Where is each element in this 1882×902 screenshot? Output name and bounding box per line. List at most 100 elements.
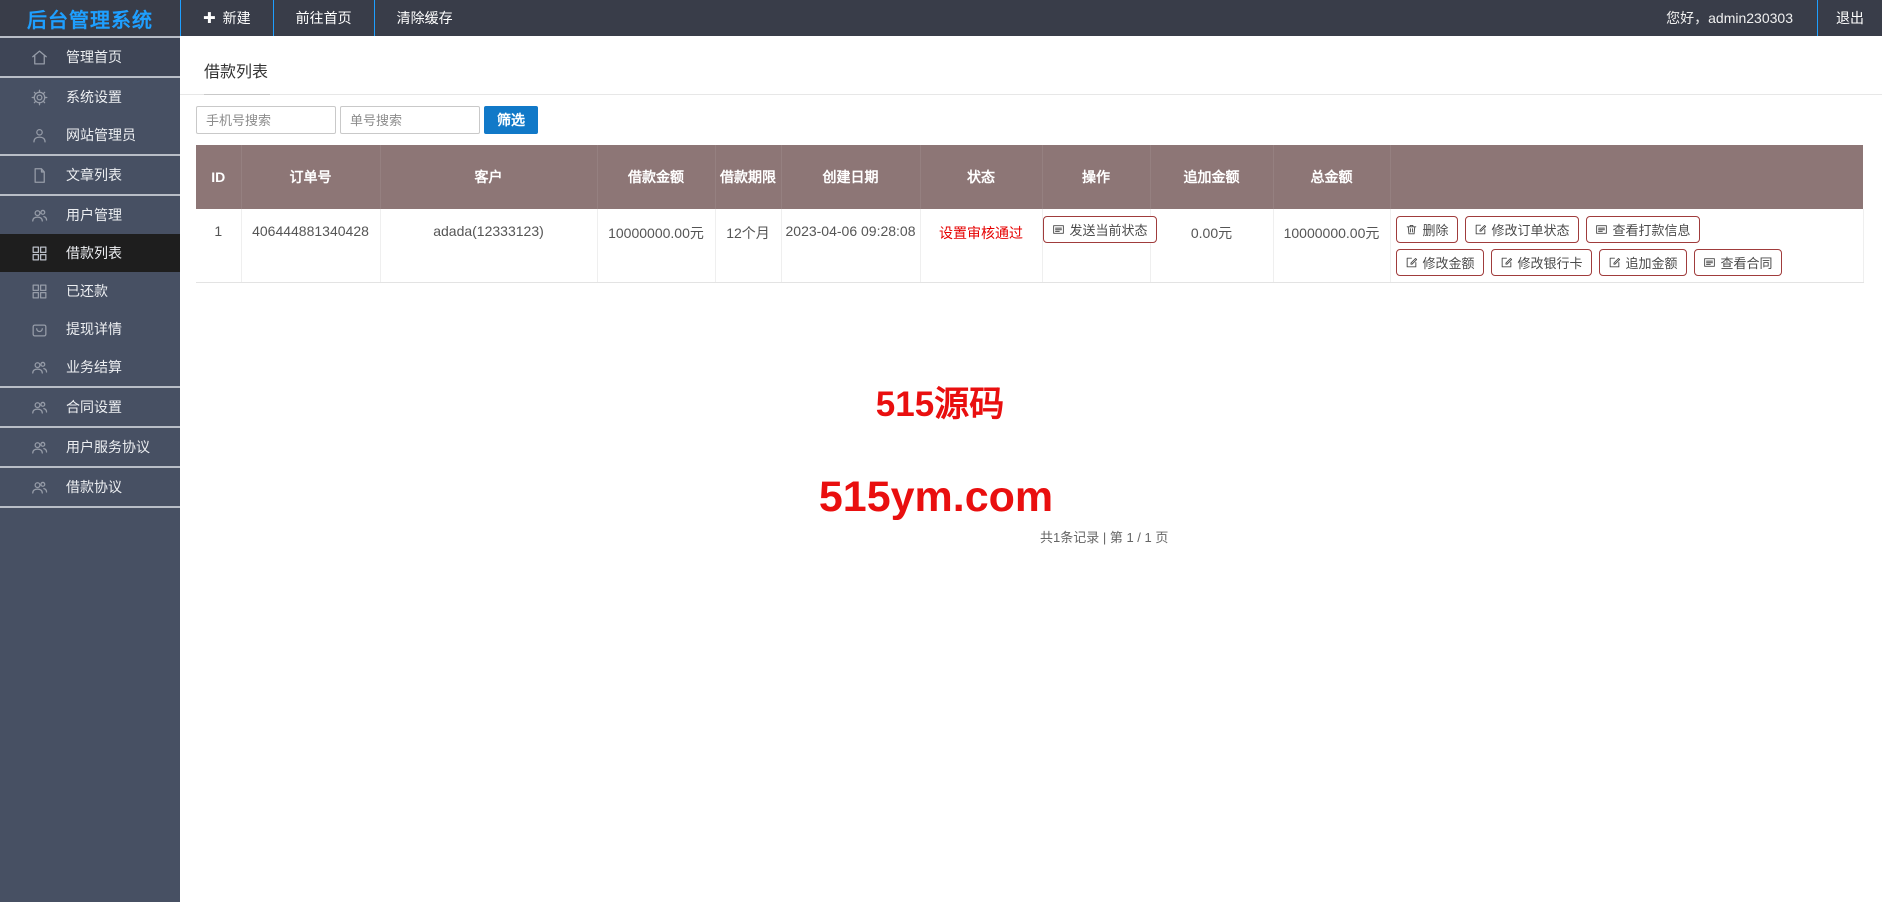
header-id: ID bbox=[196, 145, 242, 209]
watermark-line2: 515ym.com bbox=[818, 473, 1054, 521]
topnav-go-home[interactable]: 前往首页 bbox=[272, 0, 374, 36]
sidebar-item-loan-list[interactable]: 借款列表 bbox=[0, 234, 180, 272]
header-order-no: 订单号 bbox=[241, 145, 381, 209]
sidebar-item-label: 已还款 bbox=[66, 283, 108, 299]
sidebar-item-label: 网站管理员 bbox=[66, 127, 136, 143]
grid-icon bbox=[32, 246, 47, 260]
plus-icon: ✚ bbox=[203, 9, 216, 27]
sidebar-item-label: 系统设置 bbox=[66, 89, 122, 105]
cell-additional-amount: 0.00元 bbox=[1150, 209, 1274, 283]
loan-table: ID 订单号 客户 借款金额 借款期限 创建日期 状态 操作 追加金额 总金额 … bbox=[196, 145, 1864, 283]
sidebar-item-label: 提现详情 bbox=[66, 321, 122, 337]
sidebar-item-repaid[interactable]: 已还款 bbox=[0, 272, 180, 310]
gear-icon bbox=[31, 89, 48, 105]
topnav-clear-cache-label: 清除缓存 bbox=[396, 10, 453, 26]
users-icon bbox=[32, 441, 48, 454]
topnav-new[interactable]: ✚ 新建 bbox=[180, 0, 273, 36]
logout-button[interactable]: 退出 bbox=[1817, 0, 1882, 36]
edit-icon bbox=[1609, 257, 1620, 268]
sidebar-item-label: 用户服务协议 bbox=[66, 439, 150, 455]
table-header-row: ID 订单号 客户 借款金额 借款期限 创建日期 状态 操作 追加金额 总金额 bbox=[196, 145, 1864, 209]
search-toolbar: 筛选 bbox=[180, 95, 1882, 145]
header-total-amount: 总金额 bbox=[1273, 145, 1391, 209]
cell-operation: 发送当前状态 bbox=[1042, 209, 1157, 283]
home-icon bbox=[32, 50, 47, 64]
edit-bank-card-button[interactable]: 修改银行卡 bbox=[1490, 249, 1592, 276]
sidebar-item-loan-agreement[interactable]: 借款协议 bbox=[0, 468, 180, 506]
send-current-status-button[interactable]: 发送当前状态 bbox=[1042, 216, 1157, 243]
phone-search-input[interactable] bbox=[196, 106, 336, 134]
list-icon bbox=[1052, 225, 1064, 234]
sidebar-item-contract-settings[interactable]: 合同设置 bbox=[0, 388, 180, 426]
cell-status: 设置审核通过 bbox=[920, 209, 1043, 283]
sidebar: 管理首页 系统设置 网站管理员 文章列表 用户管理 借款列表 已还款 提现详情 … bbox=[0, 36, 180, 902]
edit-order-status-button[interactable]: 修改订单状态 bbox=[1464, 216, 1579, 243]
sidebar-item-withdraw-details[interactable]: 提现详情 bbox=[0, 310, 180, 348]
filter-button[interactable]: 筛选 bbox=[484, 106, 538, 134]
list-icon bbox=[1703, 258, 1715, 267]
topnav-clear-cache[interactable]: 清除缓存 bbox=[373, 0, 475, 36]
cell-loan-term: 12个月 bbox=[715, 209, 782, 283]
header-status: 状态 bbox=[920, 145, 1043, 209]
sidebar-item-label: 文章列表 bbox=[66, 167, 122, 183]
header-operation: 操作 bbox=[1042, 145, 1151, 209]
trash-icon bbox=[1406, 224, 1416, 235]
user-icon bbox=[33, 128, 46, 142]
view-contract-button[interactable]: 查看合同 bbox=[1693, 249, 1782, 276]
cell-order-no: 406444881340428 bbox=[241, 209, 381, 283]
sidebar-item-dashboard[interactable]: 管理首页 bbox=[0, 38, 180, 76]
sidebar-item-user-service-agreement[interactable]: 用户服务协议 bbox=[0, 428, 180, 466]
page-title: 借款列表 bbox=[204, 58, 271, 95]
bag-icon bbox=[32, 324, 47, 336]
header-created-date: 创建日期 bbox=[781, 145, 921, 209]
header-customer: 客户 bbox=[380, 145, 598, 209]
order-search-input[interactable] bbox=[340, 106, 480, 134]
grid-icon bbox=[32, 284, 47, 298]
sidebar-divider bbox=[0, 506, 180, 508]
cell-created-date: 2023-04-06 09:28:08 bbox=[781, 209, 921, 283]
sidebar-item-label: 业务结算 bbox=[66, 359, 122, 375]
add-amount-button[interactable]: 追加金额 bbox=[1598, 249, 1687, 276]
header-loan-term: 借款期限 bbox=[715, 145, 782, 209]
cell-id: 1 bbox=[196, 209, 242, 283]
table-row: 1 406444881340428 adada(12333123) 100000… bbox=[196, 209, 1864, 283]
sidebar-item-user-management[interactable]: 用户管理 bbox=[0, 196, 180, 234]
app-logo: 后台管理系统 bbox=[27, 9, 153, 32]
pagination-info: 共1条记录 | 第 1 / 1 页 bbox=[1040, 530, 1169, 545]
edit-icon bbox=[1475, 224, 1486, 235]
header-loan-amount: 借款金额 bbox=[597, 145, 716, 209]
header-additional-amount: 追加金额 bbox=[1150, 145, 1274, 209]
edit-amount-button[interactable]: 修改金额 bbox=[1395, 249, 1484, 276]
sidebar-item-articles[interactable]: 文章列表 bbox=[0, 156, 180, 194]
users-icon bbox=[32, 401, 48, 414]
user-greeting: 您好，admin230303 bbox=[1666, 10, 1793, 26]
topnav-go-home-label: 前往首页 bbox=[295, 10, 352, 26]
watermark-line1: 515源码 bbox=[875, 385, 1005, 424]
cell-total-amount: 10000000.00元 bbox=[1273, 209, 1391, 283]
users-icon bbox=[32, 361, 48, 374]
view-payment-info-button[interactable]: 查看打款信息 bbox=[1585, 216, 1700, 243]
sidebar-item-label: 借款列表 bbox=[66, 245, 122, 261]
topbar: 后台管理系统 ✚ 新建 前往首页 清除缓存 您好，admin230303 退出 bbox=[0, 0, 1882, 36]
cell-customer: adada(12333123) bbox=[380, 209, 598, 283]
sidebar-item-label: 借款协议 bbox=[66, 479, 122, 495]
file-icon bbox=[34, 167, 45, 183]
users-icon bbox=[32, 481, 48, 494]
sidebar-item-business-settlement[interactable]: 业务结算 bbox=[0, 348, 180, 386]
title-bar: 借款列表 bbox=[180, 36, 1882, 95]
delete-button[interactable]: 删除 bbox=[1395, 216, 1458, 243]
sidebar-item-label: 合同设置 bbox=[66, 399, 122, 415]
header-actions bbox=[1390, 145, 1864, 209]
edit-icon bbox=[1501, 257, 1512, 268]
users-icon bbox=[32, 209, 48, 222]
topnav-new-label: 新建 bbox=[222, 10, 251, 26]
cell-loan-amount: 10000000.00元 bbox=[597, 209, 716, 283]
cell-actions: 删除 修改订单状态 查看打款信息 修改金额 修改银行卡 追加金额 查看合同 bbox=[1390, 209, 1864, 283]
sidebar-item-site-admins[interactable]: 网站管理员 bbox=[0, 116, 180, 154]
list-icon bbox=[1595, 225, 1607, 234]
sidebar-item-label: 管理首页 bbox=[66, 49, 122, 65]
main-content: 借款列表 筛选 ID 订单号 客户 借款金额 借款期限 创建日期 状态 操作 追… bbox=[180, 36, 1882, 902]
sidebar-item-label: 用户管理 bbox=[66, 207, 122, 223]
edit-icon bbox=[1406, 257, 1417, 268]
sidebar-item-system-settings[interactable]: 系统设置 bbox=[0, 78, 180, 116]
